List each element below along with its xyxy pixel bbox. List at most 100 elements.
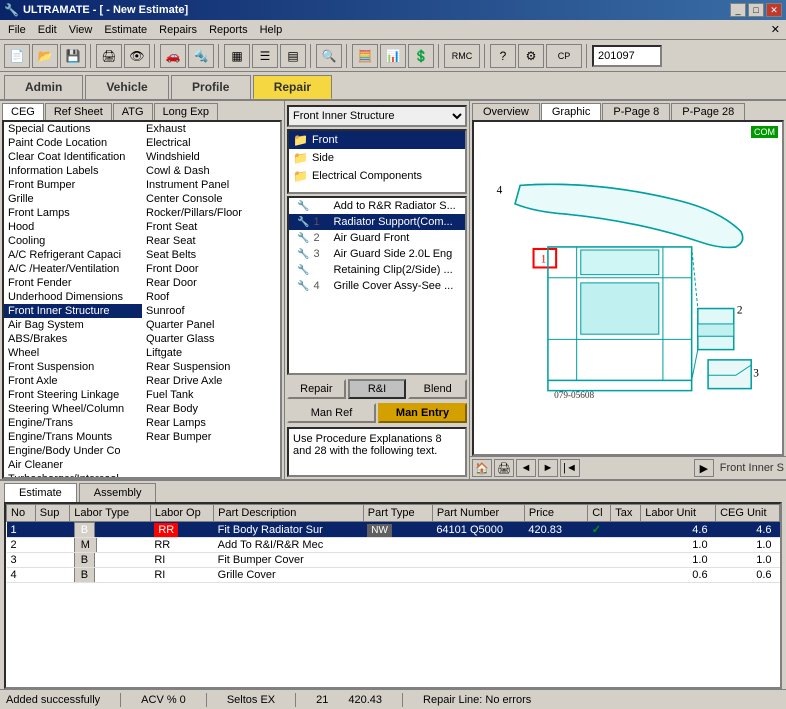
menu-help[interactable]: Help	[254, 22, 289, 38]
menu-repairs[interactable]: Repairs	[153, 22, 203, 38]
cat-item[interactable]: Rear Suspension	[142, 360, 280, 374]
menu-edit[interactable]: Edit	[32, 22, 63, 38]
cat-item[interactable]: Rear Door	[142, 276, 280, 290]
cat-item[interactable]: Underhood Dimensions	[4, 290, 142, 304]
cat-item[interactable]: Windshield	[142, 150, 280, 164]
cat-item[interactable]: ABS/Brakes	[4, 332, 142, 346]
menubar-close[interactable]: ✕	[771, 23, 784, 36]
part-item[interactable]: 🔧Add to R&R Radiator S...	[289, 198, 465, 214]
preview-button[interactable]: 👁	[124, 44, 150, 68]
part-item[interactable]: 🔧1Radiator Support(Com...	[289, 214, 465, 230]
tree-item[interactable]: 📁Electrical Components	[289, 167, 465, 185]
cat-item[interactable]: Front Fender	[4, 276, 142, 290]
estimate-number-input[interactable]	[592, 45, 662, 67]
cat-item[interactable]: Front Lamps	[4, 206, 142, 220]
cat-item[interactable]: Fuel Tank	[142, 388, 280, 402]
section-dropdown[interactable]: Front Inner Structure	[287, 105, 467, 127]
menu-reports[interactable]: Reports	[203, 22, 254, 38]
dollar-button[interactable]: 💲	[408, 44, 434, 68]
menu-estimate[interactable]: Estimate	[98, 22, 153, 38]
minimize-button[interactable]: _	[730, 3, 746, 17]
cat-item[interactable]: Air Cleaner	[4, 458, 142, 472]
parts-button[interactable]: 🔩	[188, 44, 214, 68]
tab-admin[interactable]: Admin	[4, 75, 83, 99]
tab-ppage28[interactable]: P-Page 28	[671, 103, 745, 120]
grid-button[interactable]: ▦	[224, 44, 250, 68]
cat-item[interactable]: Front Seat	[142, 220, 280, 234]
man-entry-button[interactable]: Man Entry	[378, 403, 467, 423]
table-button[interactable]: ▤	[280, 44, 306, 68]
cat-item[interactable]: Cowl & Dash	[142, 164, 280, 178]
cat-item[interactable]: Rocker/Pillars/Floor	[142, 206, 280, 220]
rmc-button[interactable]: RMC	[444, 44, 480, 68]
man-ref-button[interactable]: Man Ref	[287, 403, 376, 423]
tree-item[interactable]: 📁Side	[289, 149, 465, 167]
table-row[interactable]: 3 B RI Fit Bumper Cover 1.0 1.0	[7, 553, 780, 568]
tab-graphic[interactable]: Graphic	[541, 103, 602, 120]
table-row[interactable]: 2 M RR Add To R&I/R&R Mec 1.0 1.0	[7, 538, 780, 553]
cat-item[interactable]: Quarter Glass	[142, 332, 280, 346]
print-button[interactable]: 🖨	[96, 44, 122, 68]
close-button[interactable]: ✕	[766, 3, 782, 17]
rri-button[interactable]: R&I	[348, 379, 407, 399]
blend-button[interactable]: Blend	[408, 379, 467, 399]
cat-item[interactable]: Rear Body	[142, 402, 280, 416]
cat-item[interactable]: Sunroof	[142, 304, 280, 318]
cat-item[interactable]: Engine/Trans Mounts	[4, 430, 142, 444]
cat-item[interactable]: Engine/Body Under Co	[4, 444, 142, 458]
cat-item[interactable]: Rear Drive Axle	[142, 374, 280, 388]
cat-item[interactable]: Front Suspension	[4, 360, 142, 374]
settings-button[interactable]: ⚙	[518, 44, 544, 68]
graphic-right-button[interactable]: ▶	[694, 459, 714, 477]
cat-item[interactable]: Quarter Panel	[142, 318, 280, 332]
cat-item[interactable]: Seat Belts	[142, 248, 280, 262]
part-item[interactable]: 🔧4Grille Cover Assy-See ...	[289, 278, 465, 294]
cat-item[interactable]: Air Bag System	[4, 318, 142, 332]
table-row[interactable]: 4 B RI Grille Cover 0.6 0.6	[7, 568, 780, 583]
graphic-home-button[interactable]: 🏠	[472, 459, 492, 477]
cat-item[interactable]: Front Bumper	[4, 178, 142, 192]
tab-vehicle[interactable]: Vehicle	[85, 75, 168, 99]
cat-item[interactable]: Electrical	[142, 136, 280, 150]
menu-file[interactable]: File	[2, 22, 32, 38]
cat-item[interactable]: Front Steering Linkage	[4, 388, 142, 402]
cat-item[interactable]: Front Door	[142, 262, 280, 276]
cat-item[interactable]: Steering Wheel/Column	[4, 402, 142, 416]
tab-estimate[interactable]: Estimate	[4, 483, 77, 502]
cat-item[interactable]: Front Axle	[4, 374, 142, 388]
graphic-next-button[interactable]: ►	[538, 459, 558, 477]
repair-button[interactable]: Repair	[287, 379, 346, 399]
new-button[interactable]: 📄	[4, 44, 30, 68]
cat-item[interactable]: Rear Seat	[142, 234, 280, 248]
save-button[interactable]: 💾	[60, 44, 86, 68]
graphic-print-button[interactable]: 🖨	[494, 459, 514, 477]
list-button[interactable]: ☰	[252, 44, 278, 68]
cat-item[interactable]: Wheel	[4, 346, 142, 360]
cat-item[interactable]: Grille	[4, 192, 142, 206]
cat-item[interactable]: Liftgate	[142, 346, 280, 360]
graphic-end-button[interactable]: |◄	[560, 459, 580, 477]
cat-item[interactable]: Rear Lamps	[142, 416, 280, 430]
cat-item[interactable]: Turbocharger/Intercool	[4, 472, 142, 477]
cat-item[interactable]: Cooling	[4, 234, 142, 248]
graphic-prev-button[interactable]: ◄	[516, 459, 536, 477]
part-item[interactable]: 🔧2Air Guard Front	[289, 230, 465, 246]
table-row[interactable]: 1 B RR Fit Body Radiator Sur NW 64101 Q5…	[7, 522, 780, 538]
maximize-button[interactable]: □	[748, 3, 764, 17]
tab-repair[interactable]: Repair	[253, 75, 332, 99]
cat-item[interactable]: Rear Bumper	[142, 430, 280, 444]
tree-item[interactable]: 📁Front	[289, 131, 465, 149]
cat-item[interactable]: Paint Code Location	[4, 136, 142, 150]
cat-item[interactable]: Instrument Panel	[142, 178, 280, 192]
cat-item[interactable]: Exhaust	[142, 122, 280, 136]
cat-item[interactable]: Information Labels	[4, 164, 142, 178]
cat-item[interactable]: Special Cautions	[4, 122, 142, 136]
help-button[interactable]: ?	[490, 44, 516, 68]
cat-item[interactable]: A/C Refrigerant Capaci	[4, 248, 142, 262]
cat-item[interactable]: Engine/Trans	[4, 416, 142, 430]
tab-ppage8[interactable]: P-Page 8	[602, 103, 670, 120]
cat-item[interactable]: Roof	[142, 290, 280, 304]
calc-button[interactable]: 🧮	[352, 44, 378, 68]
open-button[interactable]: 📂	[32, 44, 58, 68]
vehicle-button[interactable]: 🚗	[160, 44, 186, 68]
